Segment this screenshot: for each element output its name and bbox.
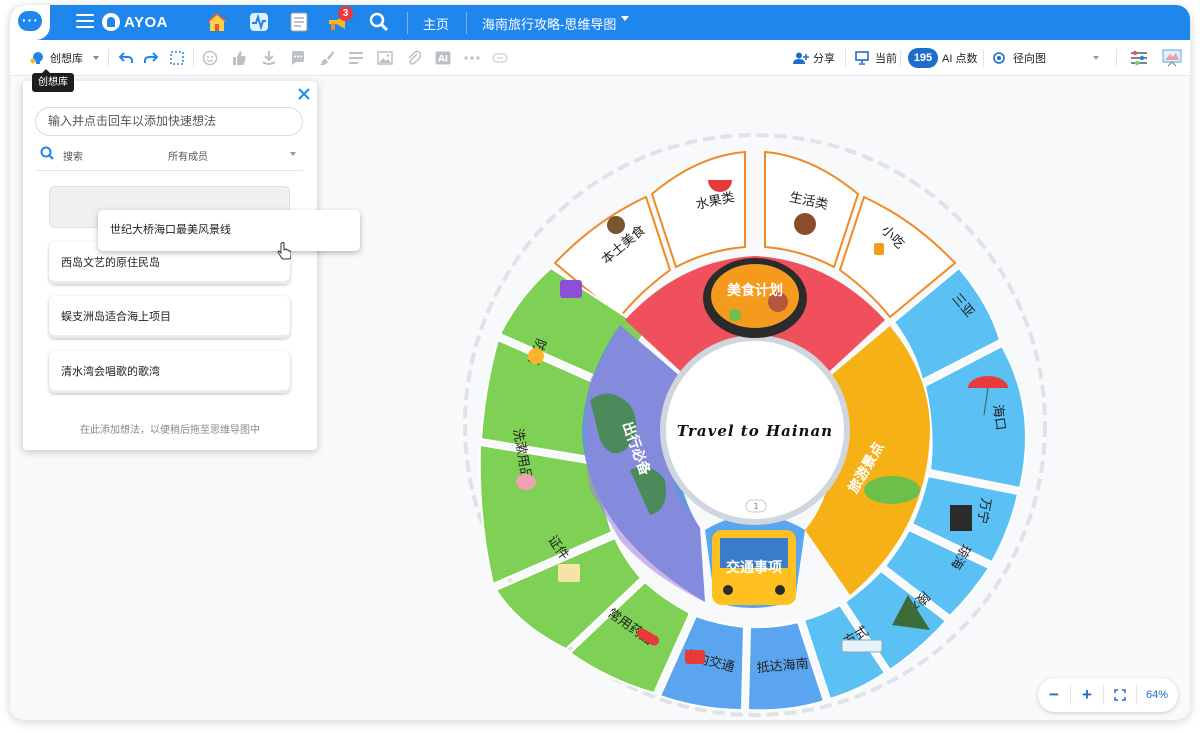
share-button[interactable]: 分享: [793, 40, 835, 76]
brush-icon[interactable]: [319, 50, 335, 66]
activity-icon[interactable]: [247, 10, 271, 34]
idea-card[interactable]: 蜈支洲岛适合海上项目: [49, 296, 290, 338]
dragging-idea-card[interactable]: 世纪大桥海口最美风景线: [98, 210, 360, 251]
sun-icon: [528, 348, 544, 364]
idea-card[interactable]: 清水湾会唱歌的歌湾: [49, 351, 290, 393]
redo-icon[interactable]: [143, 50, 159, 66]
soap-icon: [516, 474, 536, 490]
present-label: 当前: [875, 53, 897, 65]
divider: [1116, 49, 1117, 67]
home-icon[interactable]: [205, 10, 229, 34]
presentation-board-icon[interactable]: [1162, 49, 1182, 67]
core-transport-label: 交通事项: [726, 559, 782, 576]
top-nav-bar: ··· AYOA 3 主页 海南旅行攻略-思维导图: [10, 5, 1190, 40]
chestnut-icon: [794, 213, 816, 235]
zoom-level[interactable]: 64%: [1137, 689, 1177, 701]
divider: [193, 49, 194, 67]
bag-icon: [560, 280, 582, 298]
drink-icon: [874, 243, 884, 255]
fit-screen-icon[interactable]: [1104, 678, 1136, 712]
select-area-icon[interactable]: [169, 50, 185, 66]
zoom-control: − + 64%: [1038, 678, 1178, 712]
ideas-library-panel: 输入并点击回车以添加快速想法 搜索 所有成员 西岛文艺的原住民岛 蜈支洲岛适合海…: [23, 81, 317, 450]
core-food-label: 美食计划: [727, 282, 783, 299]
search-icon[interactable]: [367, 10, 391, 34]
center-title: Travel to Hainan: [677, 422, 833, 440]
more-icon[interactable]: [464, 50, 480, 66]
ideas-library-tooltip: 创想库: [32, 69, 74, 92]
divider: [466, 12, 467, 34]
add-user-icon: [793, 52, 809, 64]
food-bowl-icon: [607, 216, 625, 234]
search-icon[interactable]: [40, 146, 54, 160]
hand-cursor-icon: [277, 242, 291, 260]
quick-idea-input[interactable]: 输入并点击回车以添加快速想法: [35, 107, 303, 136]
ai-icon[interactable]: AI: [435, 50, 451, 66]
divider: [900, 49, 901, 67]
divider: [845, 49, 846, 67]
hamburger-menu-icon[interactable]: [76, 14, 94, 28]
share-label: 分享: [813, 53, 835, 65]
style-settings-icon[interactable]: [1130, 49, 1148, 67]
svg-text:AI: AI: [438, 55, 448, 65]
chevron-down-icon: [93, 56, 99, 60]
member-filter-select[interactable]: 所有成员: [168, 148, 208, 163]
chevron-down-icon: [1093, 56, 1099, 60]
lightbulb-icon: [30, 52, 43, 64]
emoji-icon[interactable]: [202, 50, 218, 66]
ayoa-logo[interactable]: AYOA: [102, 12, 168, 32]
toolbar: 创想库 AI 分享 当前 195 AI 点数 径向图: [10, 40, 1190, 76]
map-title[interactable]: 海南旅行攻略-思维导图: [482, 14, 616, 33]
divider: [983, 49, 984, 67]
chat-icon[interactable]: ···: [10, 5, 50, 40]
notification-badge: 3: [338, 6, 353, 21]
ai-points-badge[interactable]: 195: [908, 48, 938, 68]
ai-points-label: AI 点数: [942, 53, 978, 65]
breadcrumb-home[interactable]: 主页: [423, 14, 449, 33]
city-icon: [950, 505, 972, 531]
present-button[interactable]: 当前: [855, 40, 897, 76]
id-card-icon: [558, 564, 580, 582]
radial-mindmap: Travel to Hainan 1 美食计划 旅游景点 交通事项 出行必备 本…: [463, 133, 1047, 717]
search-label[interactable]: 搜索: [63, 148, 83, 163]
ship-icon: [841, 639, 883, 653]
chevron-down-icon[interactable]: [290, 152, 296, 156]
close-icon[interactable]: [297, 87, 311, 101]
link-icon[interactable]: [492, 50, 508, 66]
comment-count: 1: [753, 502, 758, 511]
divider: [108, 49, 109, 67]
ideas-library-label: 创想库: [50, 53, 83, 65]
like-icon[interactable]: [231, 50, 247, 66]
view-mode-select[interactable]: 径向图: [993, 40, 1103, 76]
divider: [35, 170, 303, 171]
comment-icon[interactable]: [290, 50, 306, 66]
panel-filter-bar: 搜索 所有成员: [40, 144, 304, 168]
zoom-in-button[interactable]: +: [1071, 678, 1103, 712]
notes-icon[interactable]: [287, 10, 311, 34]
ideas-library-button[interactable]: 创想库: [30, 40, 99, 76]
panel-hint: 在此添加想法，以便稍后拖至思维导图中: [80, 425, 260, 436]
divider: [407, 12, 408, 34]
chevron-down-icon[interactable]: [621, 16, 629, 21]
image-icon[interactable]: [377, 50, 393, 66]
view-mode-label: 径向图: [1013, 53, 1046, 65]
zoom-out-button[interactable]: −: [1038, 678, 1070, 712]
undo-icon[interactable]: [118, 50, 134, 66]
radial-icon: [993, 52, 1005, 64]
attachment-icon[interactable]: [406, 50, 422, 66]
presentation-icon: [855, 51, 869, 65]
text-lines-icon[interactable]: [348, 50, 364, 66]
download-icon[interactable]: [261, 50, 277, 66]
scenery-icon: [864, 476, 920, 504]
bus-small-icon: [685, 650, 705, 664]
